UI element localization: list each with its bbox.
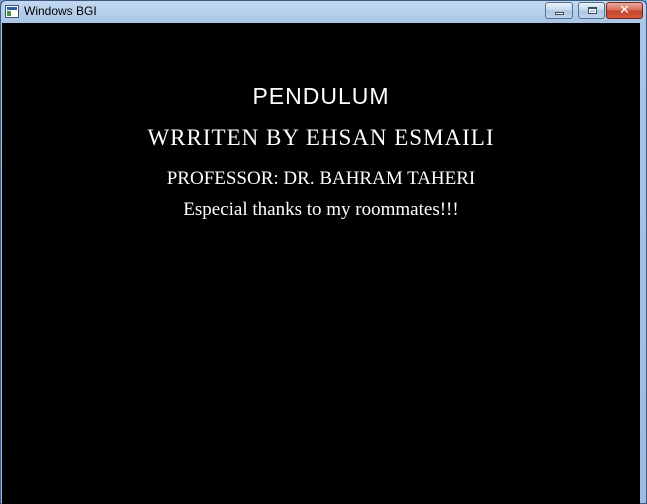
author-line: WRRITEN BY EHSAN ESMAILI [147, 125, 495, 150]
bgi-window: Windows BGI ✕ PENDULUM WRRITEN BY EHSAN … [0, 0, 647, 504]
close-icon: ✕ [619, 3, 630, 18]
graphics-canvas: PENDULUM WRRITEN BY EHSAN ESMAILI PROFES… [2, 23, 640, 504]
app-icon [5, 5, 19, 18]
window-title: Windows BGI [24, 4, 97, 18]
professor-line: PROFESSOR: DR. BAHRAM TAHERI [166, 168, 476, 189]
minimize-button[interactable] [545, 2, 573, 19]
title-bar[interactable]: Windows BGI ✕ [1, 1, 646, 23]
minimize-icon [555, 12, 564, 15]
maximize-button[interactable] [578, 2, 605, 19]
thanks-line: Especial thanks to my roommates!!! [183, 199, 459, 220]
program-title: PENDULUM [252, 83, 390, 109]
close-button[interactable]: ✕ [606, 2, 643, 19]
maximize-icon [588, 7, 597, 14]
